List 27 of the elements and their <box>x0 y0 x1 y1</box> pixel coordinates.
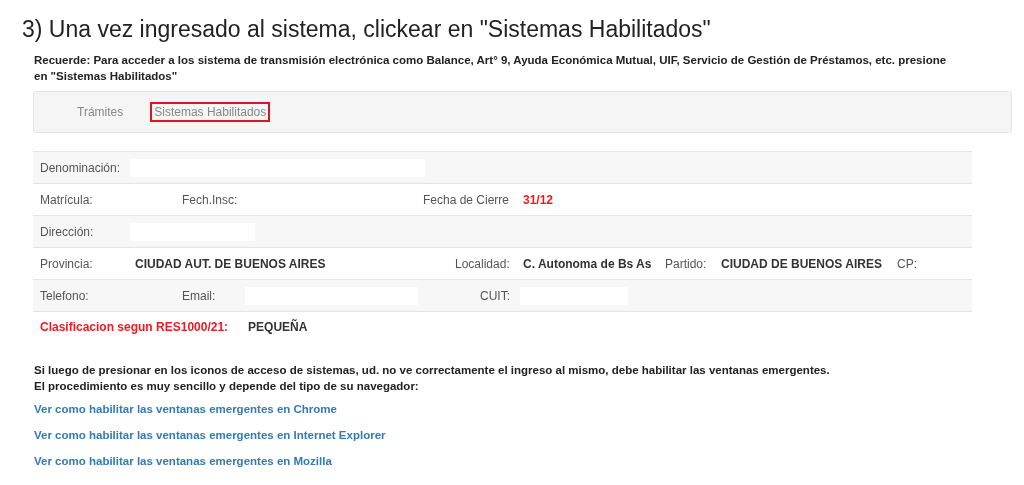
field-label: CP: <box>897 256 917 271</box>
field-value: C. Autonoma de Bs As <box>523 256 652 271</box>
help-link[interactable]: Ver como habilitar las ventanas emergentes en Internet Explorer <box>34 427 386 444</box>
field-value: CIUDAD DE BUENOS AIRES <box>721 256 882 271</box>
notice-text: Si luego de presionar en los iconos de acceso de sistemas, ud. no ve correctamente el ingreso al mismo, debe habilitar las ventanas emergentes. <box>34 363 831 378</box>
field-label: Partido: <box>665 256 707 271</box>
notice-text: El procedimiento es muy sencillo y depende del tipo de su navegador: <box>34 379 420 394</box>
breadcrumb-link[interactable]: Trámites <box>73 102 128 122</box>
breadcrumb-link[interactable]: Sistemas Habilitados <box>150 102 271 122</box>
classification-label: Clasificacion segun RES1000/21: <box>40 320 229 334</box>
field-label: Telefono: <box>40 288 89 303</box>
field-label: Email: <box>182 288 216 303</box>
field-label: Provincia: <box>40 256 93 271</box>
help-link[interactable]: Ver como habilitar las ventanas emergentes en Chrome <box>34 401 337 418</box>
field-label: Matrícula: <box>40 192 93 207</box>
classification-value: PEQUEÑA <box>248 320 308 334</box>
help-link[interactable]: Ver como habilitar las ventanas emergentes en Mozilla <box>34 453 332 470</box>
field-label: CUIT: <box>480 288 510 303</box>
field-value: 31/12 <box>523 192 554 207</box>
page-heading: 3) Una vez ingresado al sistema, clickear en "Sistemas Habilitados" <box>22 15 712 44</box>
field-label: Dirección: <box>40 224 94 239</box>
notice-text: Recuerde: Para acceder a los sistema de transmisión electrónica como Balance, Art° 9, Ayuda Económica Mutual, UIF, Servicio de Gestión de Préstamos, etc. presione en "Sistemas Habilitados" <box>34 53 948 84</box>
field-label: Fech.Insc: <box>182 192 238 207</box>
field-label: Denominación: <box>40 160 121 175</box>
field-value: CIUDAD AUT. DE BUENOS AIRES <box>135 256 326 271</box>
field-label: Localidad: <box>455 256 510 271</box>
field-label: Fecha de Cierre <box>423 192 510 207</box>
